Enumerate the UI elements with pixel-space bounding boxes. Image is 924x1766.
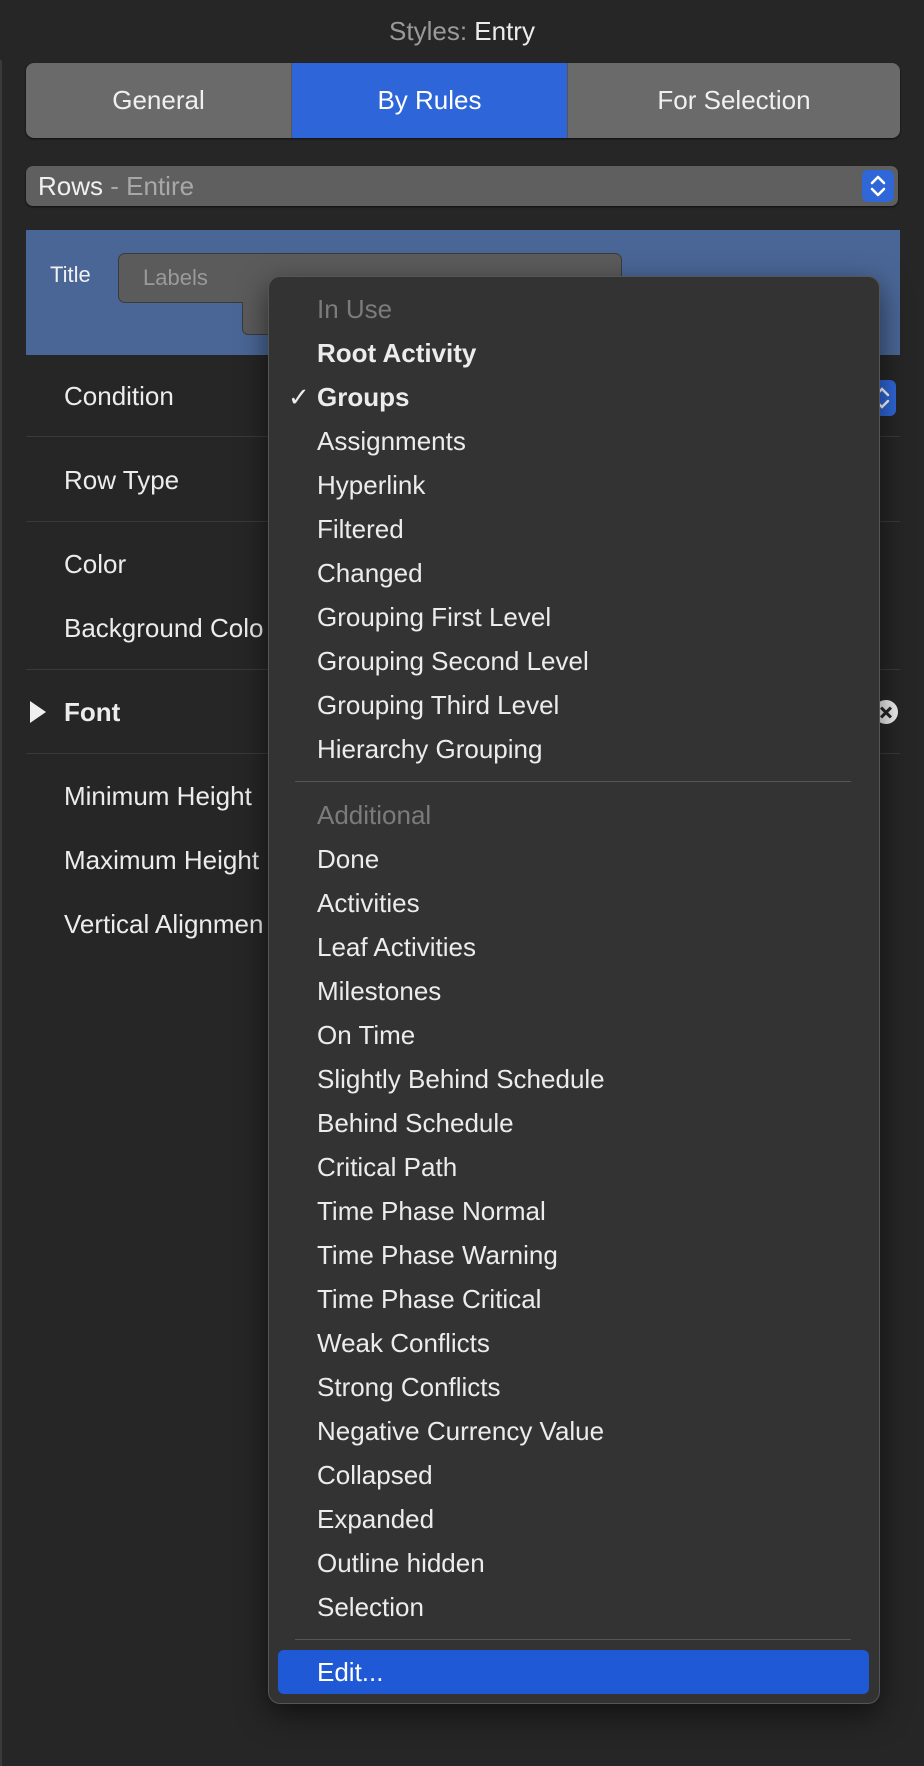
menu-item-grouping-second-level[interactable]: Grouping Second Level xyxy=(269,639,879,683)
tab-by-rules[interactable]: By Rules xyxy=(292,63,567,138)
popup-stepper-icon xyxy=(862,170,894,202)
menu-item-selection[interactable]: Selection xyxy=(269,1585,879,1629)
scope-sub: Entire xyxy=(126,171,195,201)
scope-separator: - xyxy=(110,171,119,201)
title-placeholder: Labels xyxy=(143,265,208,290)
inspector-header: Styles: Entry xyxy=(0,12,924,50)
scope-main: Rows xyxy=(38,171,104,201)
menu-item-activities[interactable]: Activities xyxy=(269,881,879,925)
menu-item-behind-schedule[interactable]: Behind Schedule xyxy=(269,1101,879,1145)
checkmark-icon: ✓ xyxy=(288,382,310,412)
menu-item-done[interactable]: Done xyxy=(269,837,879,881)
header-label: Styles: xyxy=(389,16,468,46)
menu-item-strong-conflicts[interactable]: Strong Conflicts xyxy=(269,1365,879,1409)
style-mode-segmented-control: General By Rules For Selection xyxy=(26,63,900,138)
menu-item-weak-conflicts[interactable]: Weak Conflicts xyxy=(269,1321,879,1365)
menu-item-time-phase-warning[interactable]: Time Phase Warning xyxy=(269,1233,879,1277)
menu-item-outline-hidden[interactable]: Outline hidden xyxy=(269,1541,879,1585)
color-label: Color xyxy=(64,549,127,579)
menu-item-groups[interactable]: ✓ Groups xyxy=(269,375,879,419)
menu-separator xyxy=(295,1639,851,1640)
background-color-label: Background Colo xyxy=(64,613,264,643)
menu-item-time-phase-normal[interactable]: Time Phase Normal xyxy=(269,1189,879,1233)
tab-general[interactable]: General xyxy=(26,63,292,138)
tab-for-selection[interactable]: For Selection xyxy=(567,63,900,138)
font-label: Font xyxy=(64,697,121,727)
menu-item-changed[interactable]: Changed xyxy=(269,551,879,595)
condition-label: Condition xyxy=(64,381,174,411)
menu-item-edit[interactable]: Edit... xyxy=(278,1650,869,1694)
menu-item-negative-currency-value[interactable]: Negative Currency Value xyxy=(269,1409,879,1453)
menu-item-on-time[interactable]: On Time xyxy=(269,1013,879,1057)
menu-item-collapsed[interactable]: Collapsed xyxy=(269,1453,879,1497)
menu-item-grouping-first-level[interactable]: Grouping First Level xyxy=(269,595,879,639)
menu-item-grouping-third-level[interactable]: Grouping Third Level xyxy=(269,683,879,727)
menu-item-hyperlink[interactable]: Hyperlink xyxy=(269,463,879,507)
header-value: Entry xyxy=(474,16,535,46)
menu-item-assignments[interactable]: Assignments xyxy=(269,419,879,463)
menu-separator xyxy=(295,781,851,782)
maximum-height-label: Maximum Height xyxy=(64,845,260,875)
row-type-label: Row Type xyxy=(64,465,180,495)
menu-item-critical-path[interactable]: Critical Path xyxy=(269,1145,879,1189)
menu-item-root-activity[interactable]: Root Activity xyxy=(269,331,879,375)
menu-item-milestones[interactable]: Milestones xyxy=(269,969,879,1013)
title-label: Title xyxy=(50,262,91,287)
window-edge xyxy=(0,60,2,1766)
vertical-alignment-label: Vertical Alignmen xyxy=(64,909,264,939)
menu-item-leaf-activities[interactable]: Leaf Activities xyxy=(269,925,879,969)
menu-item-hierarchy-grouping[interactable]: Hierarchy Grouping xyxy=(269,727,879,771)
menu-item-expanded[interactable]: Expanded xyxy=(269,1497,879,1541)
menu-header-additional: Additional xyxy=(317,800,432,830)
menu-header-in-use: In Use xyxy=(317,294,393,324)
menu-item-slightly-behind-schedule[interactable]: Slightly Behind Schedule xyxy=(269,1057,879,1101)
menu-item-filtered[interactable]: Filtered xyxy=(269,507,879,551)
condition-dropdown-menu: In Use Root Activity ✓ Groups Assignments… xyxy=(268,276,880,1704)
menu-item-time-phase-critical[interactable]: Time Phase Critical xyxy=(269,1277,879,1321)
scope-popup-button[interactable]: Rows - Entire xyxy=(26,166,898,206)
disclosure-triangle-icon[interactable] xyxy=(30,701,46,723)
minimum-height-label: Minimum Height xyxy=(64,781,252,811)
